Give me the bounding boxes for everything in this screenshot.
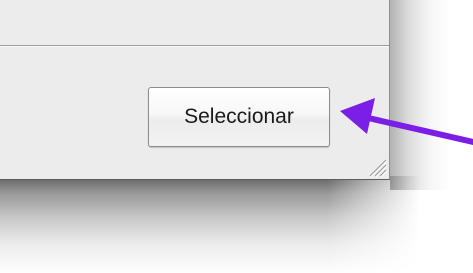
window-shadow-bottom <box>0 176 420 273</box>
select-button[interactable]: Seleccionar <box>148 87 330 147</box>
dialog-divider-highlight <box>0 46 389 47</box>
arrow-pointer-icon <box>340 98 473 145</box>
dialog-content-area <box>0 0 389 45</box>
screenshot-stage: Seleccionar <box>0 0 473 273</box>
